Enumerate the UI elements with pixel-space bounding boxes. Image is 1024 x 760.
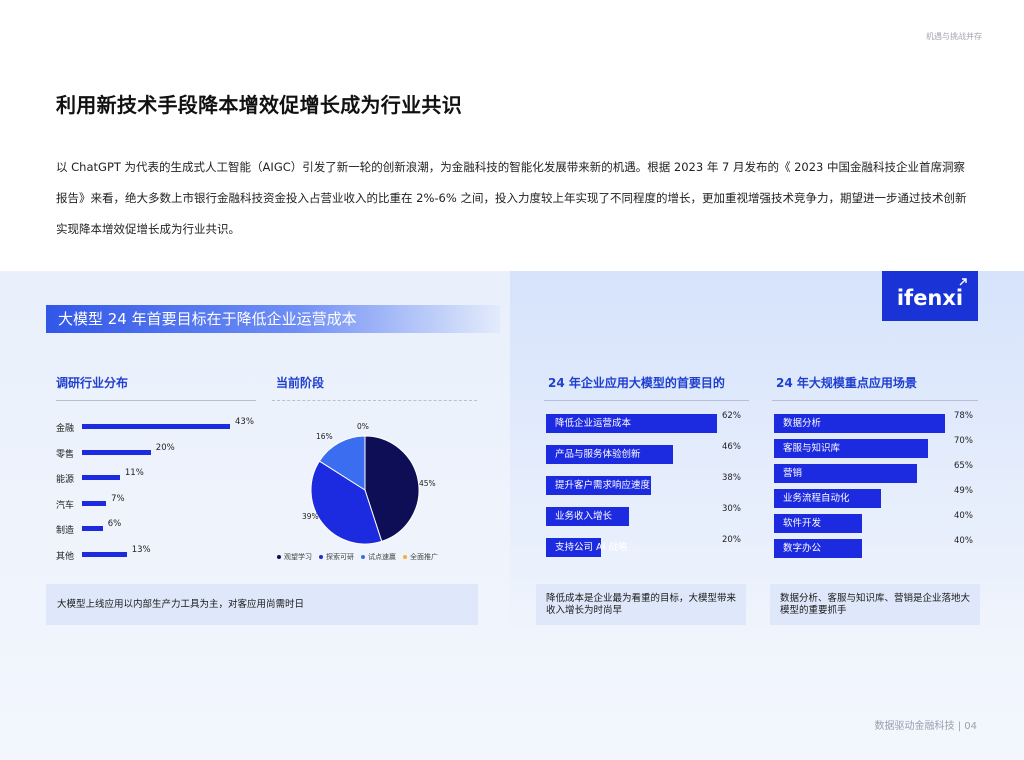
purpose-bar: 降低企业运营成本 bbox=[546, 414, 717, 433]
scenario-section-rule bbox=[772, 400, 978, 401]
legend-dot-icon bbox=[403, 555, 407, 559]
legend-label: 试点速赢 bbox=[368, 553, 396, 561]
scenario-bar: 客服与知识库 bbox=[774, 439, 928, 458]
industry-label: 金融 bbox=[56, 424, 75, 434]
scenario-value: 40% bbox=[954, 511, 973, 521]
stage-pie-chart bbox=[310, 435, 420, 545]
scenario-bar: 业务流程自动化 bbox=[774, 489, 882, 508]
intro-paragraph: 以 ChatGPT 为代表的生成式人工智能（AIGC）引发了新一轮的创新浪潮，为… bbox=[56, 160, 967, 236]
pie-value-label: 39% bbox=[302, 512, 319, 521]
scenario-value: 70% bbox=[954, 436, 973, 446]
purpose-value: 38% bbox=[722, 473, 741, 483]
purpose-value: 46% bbox=[722, 442, 741, 452]
section-tag: 机遇与挑战并存 bbox=[926, 32, 982, 41]
note-middle: 降低成本是企业最为看重的目标，大模型带来收入增长为时尚早 bbox=[536, 584, 746, 625]
purpose-value: 30% bbox=[722, 504, 741, 514]
stage-pie-legend: 观望学习 探索可研 试点速赢 全面推广 bbox=[277, 552, 445, 562]
scenario-value: 78% bbox=[954, 411, 973, 421]
legend-item: 试点速赢 bbox=[361, 553, 396, 561]
legend-item: 探索可研 bbox=[319, 553, 354, 561]
industry-label: 汽车 bbox=[56, 500, 75, 511]
industry-section-rule bbox=[56, 400, 256, 401]
legend-label: 探索可研 bbox=[326, 553, 354, 561]
industry-bar bbox=[82, 526, 103, 531]
legend-label: 全面推广 bbox=[410, 553, 438, 561]
industry-label: 能源 bbox=[56, 475, 75, 485]
legend-label: 观望学习 bbox=[284, 553, 312, 561]
industry-value: 20% bbox=[155, 442, 175, 453]
legend-dot-icon bbox=[361, 555, 365, 559]
scenario-bar: 营销 bbox=[774, 464, 917, 483]
industry-label: 其他 bbox=[56, 551, 75, 562]
scenario-bar: 软件开发 bbox=[774, 514, 862, 533]
industry-value: 7% bbox=[111, 493, 125, 504]
legend-dot-icon bbox=[319, 555, 323, 559]
purpose-bar: 提升客户需求响应速度 bbox=[546, 476, 651, 495]
industry-label: 零售 bbox=[56, 449, 75, 460]
purpose-bar: 业务收入增长 bbox=[546, 507, 629, 526]
industry-bar bbox=[82, 475, 120, 480]
key-finding-banner: 大模型 24 年首要目标在于降低企业运营成本 bbox=[46, 305, 500, 333]
note-right: 数据分析、客服与知识库、营销是企业落地大模型的重要抓手 bbox=[770, 584, 980, 625]
industry-bar bbox=[82, 424, 230, 429]
industry-bar bbox=[82, 500, 107, 506]
purpose-bar: 产品与服务体验创新 bbox=[546, 445, 673, 464]
scenario-bar: 数字办公 bbox=[774, 539, 862, 558]
purpose-value: 62% bbox=[722, 411, 741, 421]
ifenxi-logo: ifenxi bbox=[882, 271, 978, 321]
industry-label: 制造 bbox=[56, 526, 75, 536]
page-footer: 数据驱动金融科技 | 04 bbox=[874, 721, 977, 732]
legend-dot-icon bbox=[277, 555, 281, 559]
scenario-value: 49% bbox=[954, 486, 973, 496]
industry-value: 43% bbox=[235, 417, 254, 427]
scenario-bar: 数据分析 bbox=[774, 414, 945, 433]
page-title: 利用新技术手段降本增效促增长成为行业共识 bbox=[56, 93, 462, 117]
stage-section-title: 当前阶段 bbox=[276, 376, 325, 390]
scenario-value: 40% bbox=[954, 536, 973, 546]
purpose-section-title: 24 年企业应用大模型的首要目的 bbox=[548, 376, 725, 390]
purpose-section-rule bbox=[544, 400, 749, 401]
industry-value: 11% bbox=[124, 468, 144, 478]
purpose-value: 20% bbox=[722, 535, 741, 545]
industry-bar bbox=[82, 551, 127, 557]
pie-value-label: 16% bbox=[316, 432, 333, 441]
logo-arrow-icon bbox=[959, 278, 967, 286]
pie-value-label: 45% bbox=[419, 479, 436, 488]
scenario-section-title: 24 年大规模重点应用场景 bbox=[776, 376, 917, 390]
purpose-bar: 支持公司 AI 战略 bbox=[546, 538, 627, 557]
industry-bar bbox=[82, 449, 151, 455]
pie-value-label: 0% bbox=[357, 422, 369, 431]
industry-value: 6% bbox=[107, 519, 122, 529]
industry-value: 13% bbox=[131, 544, 151, 555]
stage-section-rule bbox=[272, 400, 477, 401]
logo-text: ifenxi bbox=[896, 286, 964, 310]
industry-section-title: 调研行业分布 bbox=[56, 376, 129, 390]
note-left: 大模型上线应用以内部生产力工具为主，对客应用尚需时日 bbox=[46, 584, 478, 625]
legend-item: 观望学习 bbox=[277, 553, 312, 561]
legend-item: 全面推广 bbox=[403, 553, 438, 561]
scenario-value: 65% bbox=[954, 461, 973, 471]
